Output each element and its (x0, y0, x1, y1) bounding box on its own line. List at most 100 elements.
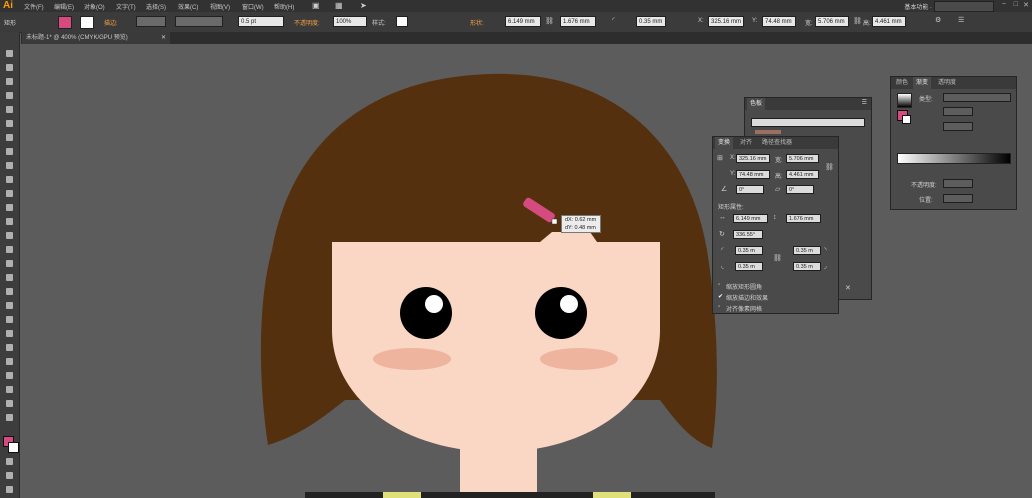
reference-point-icon[interactable]: ⊞ (717, 154, 723, 162)
gradient-angle-field[interactable] (943, 107, 973, 116)
free-transform-tool-icon[interactable] (6, 260, 13, 267)
artboard-tool-icon[interactable] (6, 386, 13, 393)
selection-tool-icon[interactable] (6, 50, 13, 57)
type-tool-icon[interactable] (6, 134, 13, 141)
w-field[interactable]: 5.706 mm (815, 16, 849, 27)
gradient-stroke-swatch[interactable] (902, 115, 911, 124)
rect-width-field[interactable]: 6.149 mm (733, 214, 768, 223)
corner-tl-icon[interactable]: ◜ (721, 246, 724, 254)
w-field[interactable]: 5.706 mm (786, 154, 819, 163)
y-field[interactable]: 74.48 mm (736, 170, 770, 179)
angle-field[interactable]: 0° (736, 185, 764, 194)
tab-transparency[interactable]: 透明度 (935, 77, 959, 89)
swatch-search-field[interactable] (751, 118, 865, 127)
x-field[interactable]: 325.16 mm (708, 16, 744, 27)
panel-menu-icon[interactable]: ☰ (862, 99, 867, 106)
rectangle-tool-icon[interactable] (6, 162, 13, 169)
close-icon[interactable]: ✕ (1023, 1, 1029, 9)
tab-pathfinder[interactable]: 路径查找器 (759, 137, 795, 149)
shear-field[interactable]: 0° (786, 185, 814, 194)
gradient-location-field[interactable] (943, 194, 973, 203)
align-pixel-checkbox[interactable]: ▫ (718, 304, 720, 310)
search-input[interactable] (934, 1, 994, 12)
scale-corners-checkbox[interactable]: ▫ (718, 282, 720, 288)
h-field[interactable]: 4.461 mm (786, 170, 819, 179)
column-graph-tool-icon[interactable] (6, 372, 13, 379)
menu-effect[interactable]: 效果(C) (178, 2, 198, 11)
h-field[interactable]: 4.461 mm (872, 16, 906, 27)
maximize-icon[interactable]: □ (1014, 1, 1018, 8)
transform-options-icon[interactable]: ⚙ (935, 16, 941, 24)
rotate-tool-icon[interactable] (6, 218, 13, 225)
stroke-weight-field[interactable] (136, 16, 166, 27)
shape-label[interactable]: 形状: (470, 18, 484, 27)
corner-bl-field[interactable]: 0.35 m (735, 262, 763, 271)
zoom-tool-icon[interactable] (6, 414, 13, 421)
pencil-tool-icon[interactable] (6, 190, 13, 197)
stroke-swatch[interactable] (80, 16, 94, 29)
gradient-tool-icon[interactable] (6, 316, 13, 323)
hand-tool-icon[interactable] (6, 400, 13, 407)
gradient-slider[interactable] (897, 153, 1011, 164)
minimize-icon[interactable]: − (1002, 1, 1006, 8)
corner-tr-icon[interactable]: ◝ (824, 246, 827, 254)
close-icon[interactable]: ✕ (845, 284, 851, 292)
arrange-icon[interactable]: ▦ (335, 1, 343, 10)
tab-color[interactable]: 颜色 (893, 77, 911, 89)
corner-br-field[interactable]: 0.35 m (793, 262, 821, 271)
symbol-sprayer-tool-icon[interactable] (6, 358, 13, 365)
corner-radius-field[interactable]: 0.35 mm (636, 16, 666, 27)
brush-definition[interactable]: 0.5 pt (238, 16, 284, 27)
corner-tl-field[interactable]: 0.35 m (735, 246, 763, 255)
blend-tool-icon[interactable] (6, 344, 13, 351)
stroke-label[interactable]: 描边: (104, 18, 118, 27)
gradient-aspect-field[interactable] (943, 122, 973, 131)
menu-edit[interactable]: 编辑(E) (54, 2, 74, 11)
pen-tool-icon[interactable] (6, 106, 13, 113)
magic-wand-tool-icon[interactable] (6, 78, 13, 85)
opacity-field[interactable]: 100% (333, 16, 367, 27)
curvature-tool-icon[interactable] (6, 120, 13, 127)
fill-swatch[interactable] (58, 16, 72, 29)
tab-align[interactable]: 对齐 (737, 137, 755, 149)
stroke-color-swatch[interactable] (8, 442, 19, 453)
eraser-tool-icon[interactable] (6, 204, 13, 211)
scale-strokes-checkbox[interactable]: ✔ (718, 293, 723, 300)
shape-height-field[interactable]: 1.676 mm (560, 16, 596, 27)
gradient-type-select[interactable] (943, 93, 1011, 102)
menu-type[interactable]: 文字(T) (116, 2, 136, 11)
menu-view[interactable]: 视图(V) (210, 2, 230, 11)
rect-angle-field[interactable]: 336.55° (733, 230, 763, 239)
send-icon[interactable]: ➤ (360, 1, 367, 10)
tab-transform[interactable]: 变换 (715, 137, 734, 149)
link-icon[interactable]: ⛓ (545, 17, 554, 25)
corner-br-icon[interactable]: ◞ (824, 262, 827, 270)
menu-object[interactable]: 对象(O) (84, 2, 105, 11)
draw-mode-icon[interactable] (6, 472, 13, 479)
line-tool-icon[interactable] (6, 148, 13, 155)
swatch-chip[interactable] (755, 130, 781, 134)
tab-close-icon[interactable]: ✕ (161, 32, 166, 44)
panel-menu-icon[interactable]: ☰ (958, 16, 964, 24)
menu-select[interactable]: 选择(S) (146, 2, 166, 11)
mesh-tool-icon[interactable] (6, 302, 13, 309)
menu-help[interactable]: 帮助(H) (274, 2, 294, 11)
bridge-icon[interactable]: ▣ (312, 1, 320, 10)
x-field[interactable]: 325.16 mm (736, 154, 770, 163)
perspective-grid-tool-icon[interactable] (6, 288, 13, 295)
scale-tool-icon[interactable] (6, 232, 13, 239)
artboard-canvas[interactable] (0, 0, 1032, 498)
link-corners-icon[interactable]: ⛓ (773, 254, 782, 262)
style-swatch[interactable] (396, 16, 408, 27)
opacity-label[interactable]: 不透明度: (294, 18, 320, 27)
workspace-switcher[interactable]: 基本功能 · (904, 2, 932, 11)
lasso-tool-icon[interactable] (6, 92, 13, 99)
gradient-thumbnail[interactable] (897, 93, 912, 108)
width-tool-icon[interactable] (6, 246, 13, 253)
color-mode-icon[interactable] (6, 458, 13, 465)
paintbrush-tool-icon[interactable] (6, 176, 13, 183)
menu-window[interactable]: 窗口(W) (242, 2, 264, 11)
document-tab[interactable]: 未标题-1* @ 400% (CMYK/GPU 预览) ✕ (22, 32, 170, 44)
shape-builder-tool-icon[interactable] (6, 274, 13, 281)
menu-file[interactable]: 文件(F) (24, 2, 44, 11)
